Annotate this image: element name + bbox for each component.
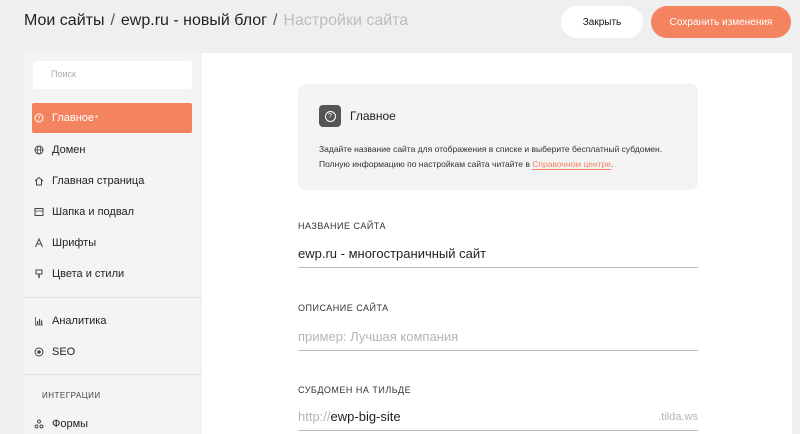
sidebar-item-label: Шрифты [52, 237, 97, 249]
site-description-input[interactable]: пример: Лучшая компания [298, 323, 698, 351]
sidebar-item-label: Формы [52, 418, 89, 430]
save-changes-button[interactable]: Сохранить изменения [651, 6, 791, 38]
subdomain-value: ewp-big-site [330, 409, 401, 424]
breadcrumb-root[interactable]: Мои сайты [24, 12, 104, 29]
breadcrumb-project[interactable]: ewp.ru - новый блог [121, 12, 267, 29]
help-center-link[interactable]: Справочном центре [532, 159, 612, 170]
subdomain-suffix: .tilda.ws [658, 410, 698, 423]
breadcrumb-separator: / [272, 12, 278, 29]
sidebar-divider [24, 297, 202, 298]
sidebar-item-home-page[interactable]: Главная страница [32, 166, 192, 196]
site-name-label: НАЗВАНИЕ САЙТА [298, 221, 386, 231]
svg-text:?: ? [37, 115, 40, 122]
globe-icon [34, 145, 44, 155]
close-button[interactable]: Закрыть [561, 6, 643, 38]
subdomain-label: СУБДОМЕН НА ТИЛЬДЕ [298, 385, 412, 395]
sidebar-item-forms[interactable]: Формы [32, 409, 192, 434]
info-title: Главное [350, 109, 396, 123]
sidebar-item-label: Главное [52, 112, 95, 124]
info-description: Задайте название сайта для отображения в… [319, 142, 689, 172]
question-icon: ? [319, 105, 341, 127]
subdomain-prefix: http:// [298, 409, 331, 424]
sidebar-item-main[interactable]: ? Главное * [32, 103, 192, 133]
question-circle-icon: ? [34, 113, 44, 123]
info-desc-line1: Задайте название сайта для отображения в… [319, 144, 663, 154]
site-description-label: ОПИСАНИЕ САЙТА [298, 303, 389, 313]
breadcrumb: Мои сайты / ewp.ru - новый блог / Настройки … [24, 12, 408, 30]
target-icon [34, 347, 44, 357]
sidebar-item-domain[interactable]: Домен [32, 135, 192, 165]
unsaved-marker: * [95, 113, 99, 123]
sidebar-item-colors-styles[interactable]: Цвета и стили [32, 259, 192, 289]
sidebar-item-fonts[interactable]: Шрифты [32, 228, 192, 258]
sidebar-item-label: Аналитика [52, 315, 107, 327]
subdomain-input[interactable]: http:// ewp-big-site .tilda.ws [298, 403, 698, 431]
breadcrumb-current: Настройки сайта [283, 12, 409, 29]
font-icon [34, 238, 44, 248]
sidebar-item-analytics[interactable]: Аналитика [32, 306, 192, 336]
sidebar-divider [24, 374, 202, 375]
settings-sidebar: Поиск ? Главное * Домен Главная страница … [24, 53, 202, 434]
sidebar-item-label: SEO [52, 346, 76, 358]
settings-content: ? Главное Задайте название сайта для ото… [202, 53, 792, 434]
breadcrumb-separator: / [110, 12, 115, 29]
sidebar-item-label: Домен [52, 144, 86, 156]
sidebar-item-label: Шапка и подвал [52, 206, 135, 218]
info-card: ? Главное Задайте название сайта для ото… [298, 84, 698, 190]
sidebar-item-header-footer[interactable]: Шапка и подвал [32, 197, 192, 227]
info-desc-line2: Полную информацию по настройкам сайта чи… [319, 159, 530, 169]
search-placeholder: Поиск [51, 69, 76, 79]
sidebar-item-label: Цвета и стили [52, 268, 125, 280]
bar-chart-icon [34, 316, 44, 326]
site-name-input[interactable]: ewp.ru - многостраничный сайт [298, 240, 698, 268]
home-icon [34, 176, 44, 186]
sidebar-item-seo[interactable]: SEO [32, 337, 192, 367]
integrations-section-label: ИНТЕГРАЦИИ [42, 391, 101, 400]
info-desc-end: . [611, 159, 614, 169]
top-bar: Мои сайты / ewp.ru - новый блог / Настройки … [0, 0, 800, 46]
sidebar-item-label: Главная страница [52, 175, 145, 187]
brush-icon [34, 269, 44, 279]
layout-icon [34, 207, 44, 217]
search-input[interactable]: Поиск [33, 61, 192, 89]
forms-icon [34, 419, 44, 429]
